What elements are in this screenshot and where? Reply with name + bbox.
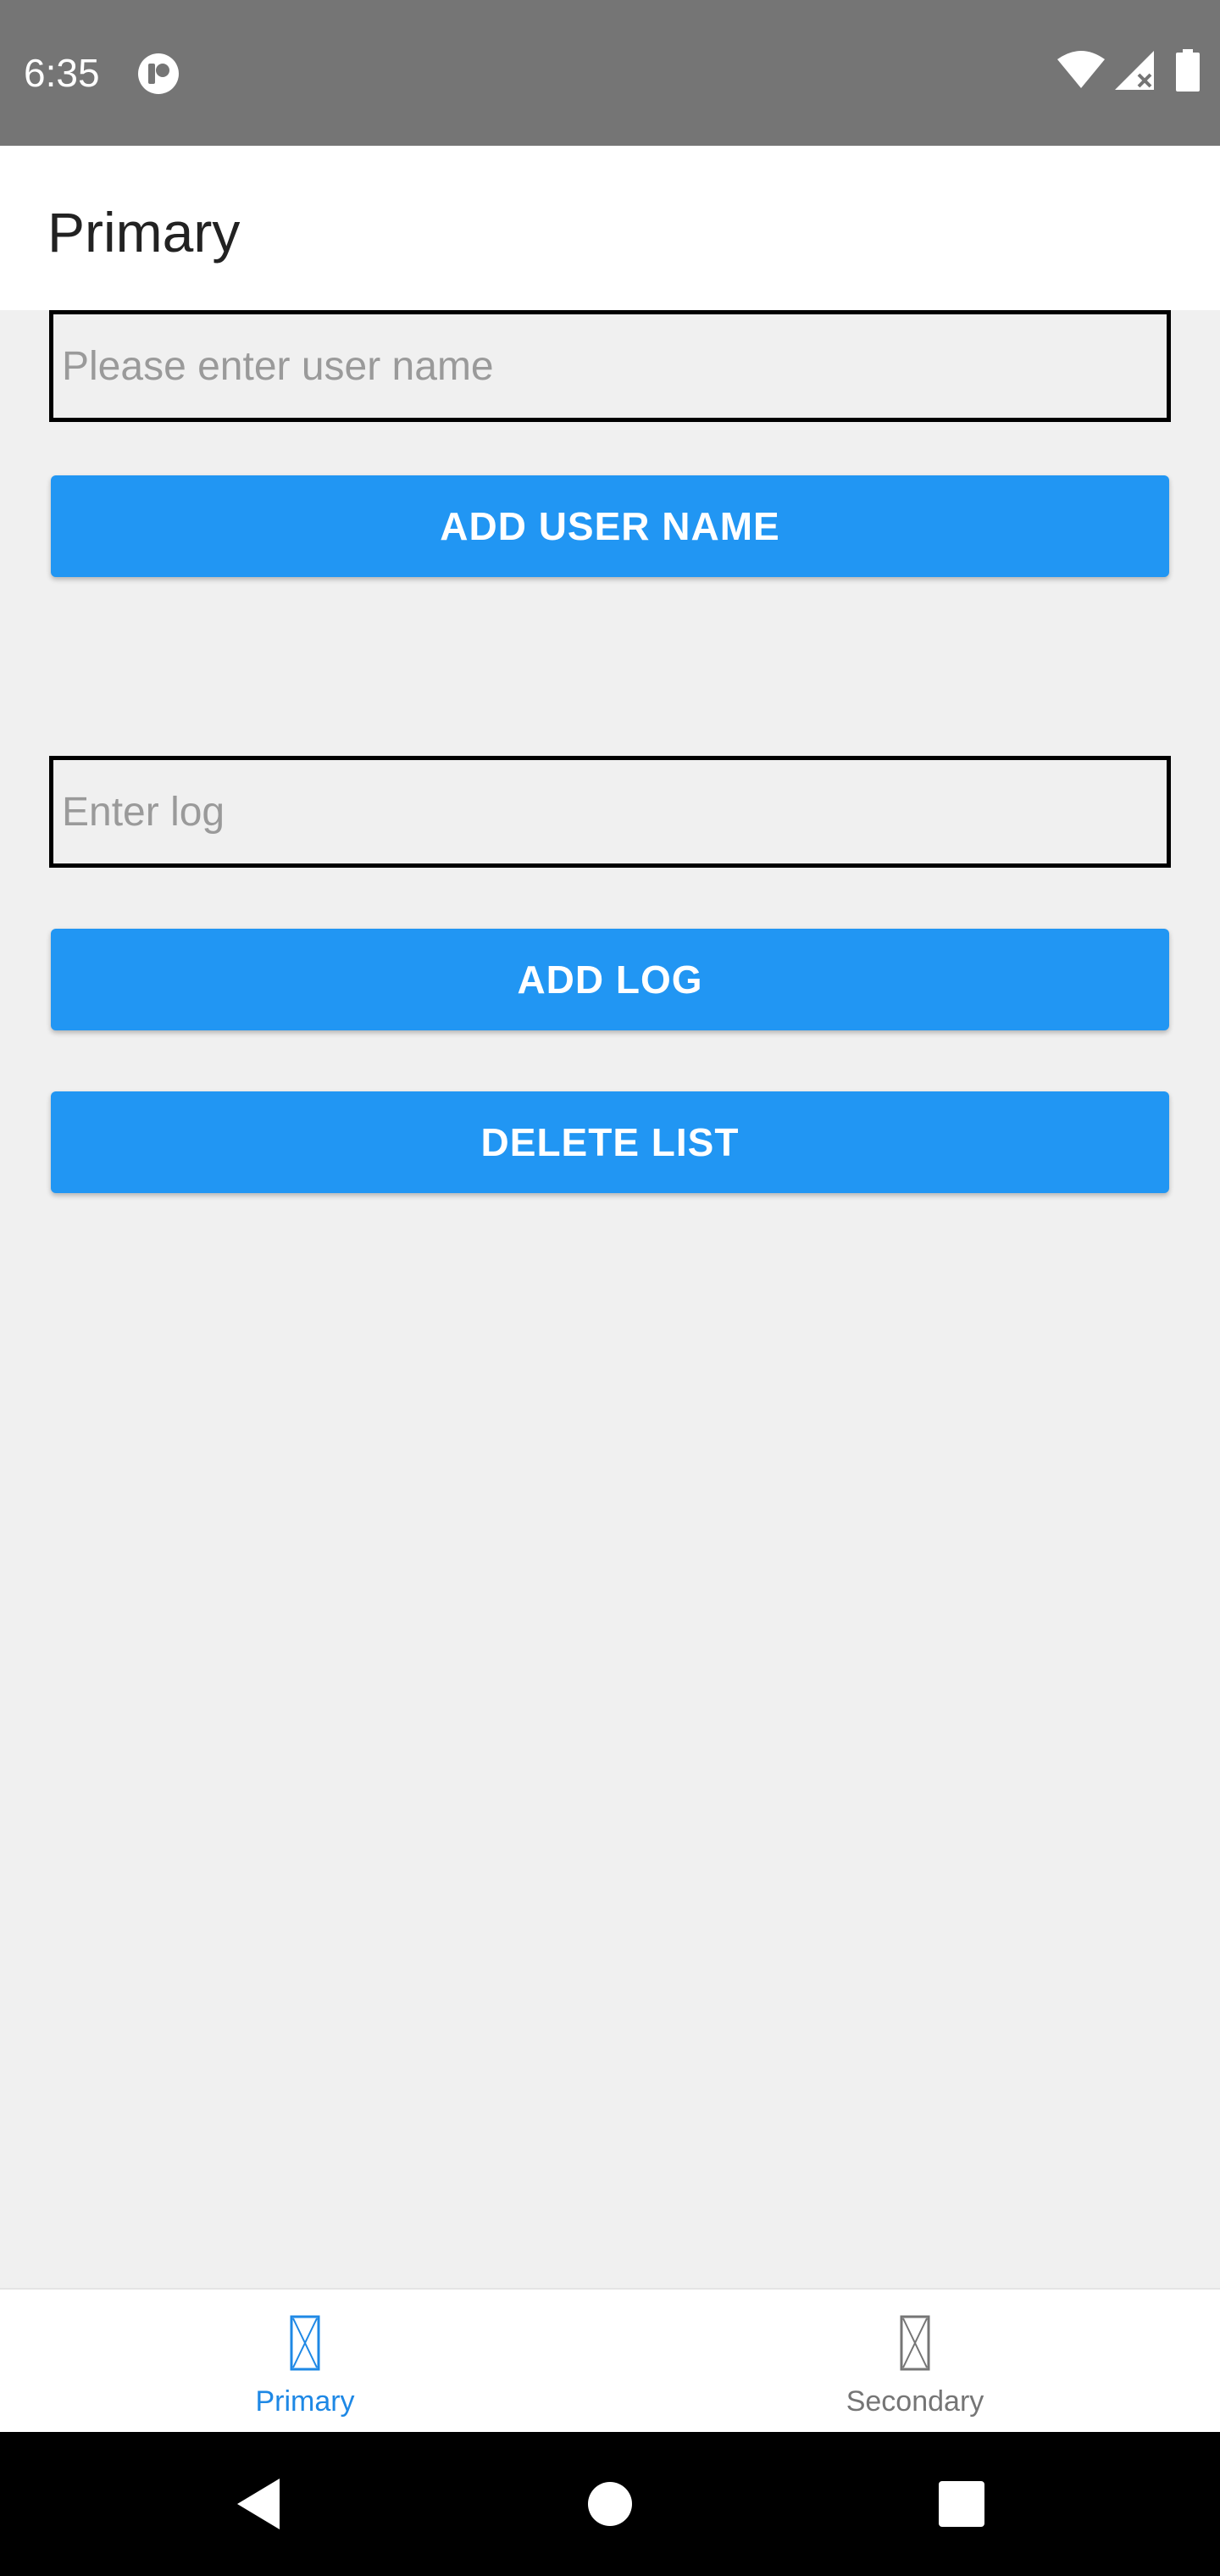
add-user-name-button[interactable]: ADD USER NAME bbox=[51, 475, 1169, 577]
placeholder-icon bbox=[290, 2315, 320, 2371]
wifi-icon bbox=[1057, 51, 1105, 88]
tab-secondary[interactable]: Secondary bbox=[610, 2290, 1220, 2434]
tab-primary[interactable]: Primary bbox=[0, 2290, 610, 2434]
main-content: ADD USER NAME ADD LOG DELETE LIST bbox=[0, 310, 1220, 2288]
placeholder-icon bbox=[900, 2315, 930, 2371]
page-title: Primary bbox=[47, 201, 241, 264]
system-navigation-bar bbox=[0, 2432, 1220, 2576]
status-time: 6:35 bbox=[24, 51, 100, 95]
delete-list-button[interactable]: DELETE LIST bbox=[51, 1091, 1169, 1193]
app-bar: Primary bbox=[0, 146, 1220, 310]
log-input[interactable] bbox=[49, 756, 1171, 868]
cell-signal-icon bbox=[1115, 51, 1154, 90]
circle-app-icon bbox=[138, 53, 179, 94]
home-icon[interactable] bbox=[568, 2466, 652, 2542]
status-bar: 6:35 bbox=[0, 0, 1220, 146]
add-log-button[interactable]: ADD LOG bbox=[51, 929, 1169, 1030]
username-input[interactable] bbox=[49, 310, 1171, 422]
tab-primary-label: Primary bbox=[255, 2385, 355, 2418]
tab-secondary-label: Secondary bbox=[846, 2385, 984, 2418]
recents-icon[interactable] bbox=[919, 2466, 1004, 2542]
battery-icon bbox=[1176, 49, 1200, 92]
bottom-navigation: Primary Secondary bbox=[0, 2288, 1220, 2432]
back-icon[interactable] bbox=[212, 2466, 297, 2542]
